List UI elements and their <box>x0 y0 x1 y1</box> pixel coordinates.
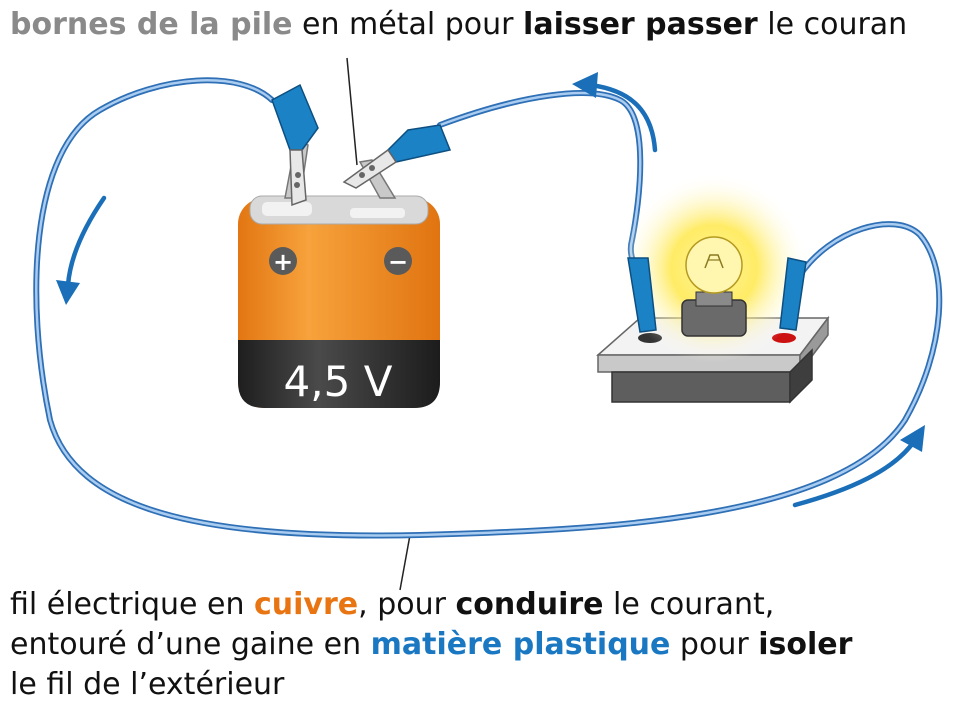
battery-voltage-label: 4,5 V <box>284 357 393 406</box>
battery: + − 4,5 V <box>238 195 440 408</box>
arrow-left-icon <box>65 195 107 288</box>
plus-symbol: + <box>273 248 293 276</box>
terminal-leader-line <box>346 57 358 166</box>
bottom-caption: fil électrique en cuivre, pour conduire … <box>10 585 960 705</box>
wire-leader-line <box>399 534 411 591</box>
caption-plastic: matière plastique <box>370 627 671 662</box>
arrow-right-head-icon <box>900 425 925 452</box>
caption-text: le courant, <box>603 587 775 622</box>
clip-negative-icon <box>342 124 452 189</box>
caption-copper: cuivre <box>254 587 359 622</box>
caption-text: fil électrique en <box>10 587 254 622</box>
arrow-left-head-icon <box>56 280 80 305</box>
caption-line-3: le fil de l’extérieur <box>10 667 285 702</box>
electric-wire <box>33 77 943 539</box>
caption-conduct: conduire <box>455 587 604 622</box>
minus-symbol: − <box>388 248 408 276</box>
caption-line-1: fil électrique en cuivre, pour conduire … <box>10 585 960 625</box>
clip-positive-icon <box>271 83 319 207</box>
caption-line-2: entouré d’une gaine en matière plastique… <box>10 625 960 665</box>
arrow-right-icon <box>792 437 918 508</box>
caption-text: pour <box>670 627 759 662</box>
caption-text: entouré d’une gaine en <box>10 627 371 662</box>
caption-isolate: isoler <box>758 627 853 662</box>
caption-text: , pour <box>358 587 456 622</box>
